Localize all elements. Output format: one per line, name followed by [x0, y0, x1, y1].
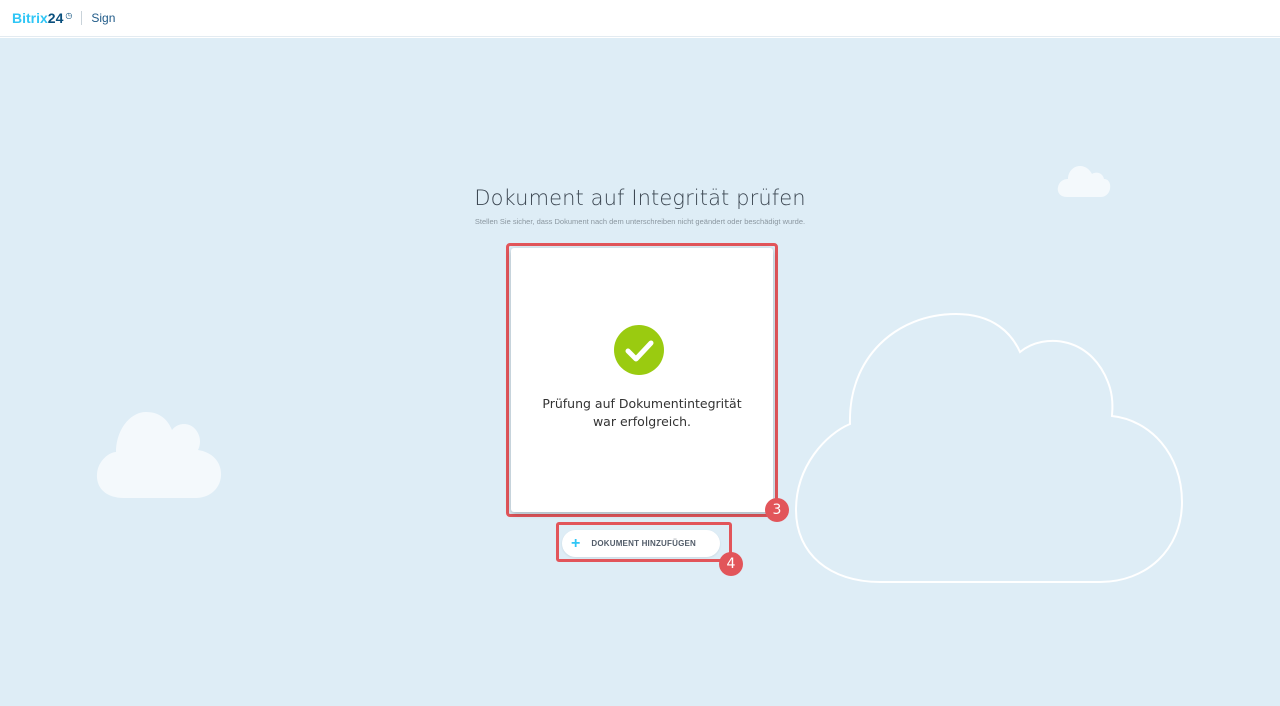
- step-badge-4: 4: [719, 552, 743, 576]
- add-document-button[interactable]: + DOKUMENT HINZUFÜGEN: [562, 530, 720, 557]
- clock-icon: ◷: [65, 11, 73, 20]
- page-subtitle: Stellen Sie sicher, dass Dokument nach d…: [474, 217, 806, 226]
- top-bar: Bitrix 24 ◷ Sign: [0, 0, 1280, 37]
- result-line-2: war erfolgreich.: [592, 414, 692, 429]
- header-divider: [81, 11, 83, 25]
- step-badge-3: 3: [765, 498, 789, 522]
- result-line-1: Prüfung auf Dokumentintegrität: [542, 396, 742, 411]
- product-name[interactable]: Sign: [91, 11, 115, 25]
- add-document-label: DOKUMENT HINZUFÜGEN: [591, 539, 697, 548]
- logo-text-bitrix: Bitrix: [12, 10, 48, 26]
- cloud-left-icon: [96, 412, 222, 498]
- page-title: Dokument auf Integrität prüfen: [474, 186, 806, 210]
- result-card: Prüfung auf Dokumentintegrität war erfol…: [511, 248, 773, 512]
- check-icon: [614, 325, 664, 375]
- cloud-outline-right-icon: [794, 312, 1184, 583]
- main-area: Dokument auf Integrität prüfen Stellen S…: [0, 38, 1280, 706]
- bitrix24-logo[interactable]: Bitrix 24 ◷: [12, 10, 72, 26]
- plus-icon: +: [571, 534, 581, 552]
- logo-text-24: 24: [47, 10, 64, 26]
- result-message: Prüfung auf Dokumentintegrität war erfol…: [511, 395, 773, 431]
